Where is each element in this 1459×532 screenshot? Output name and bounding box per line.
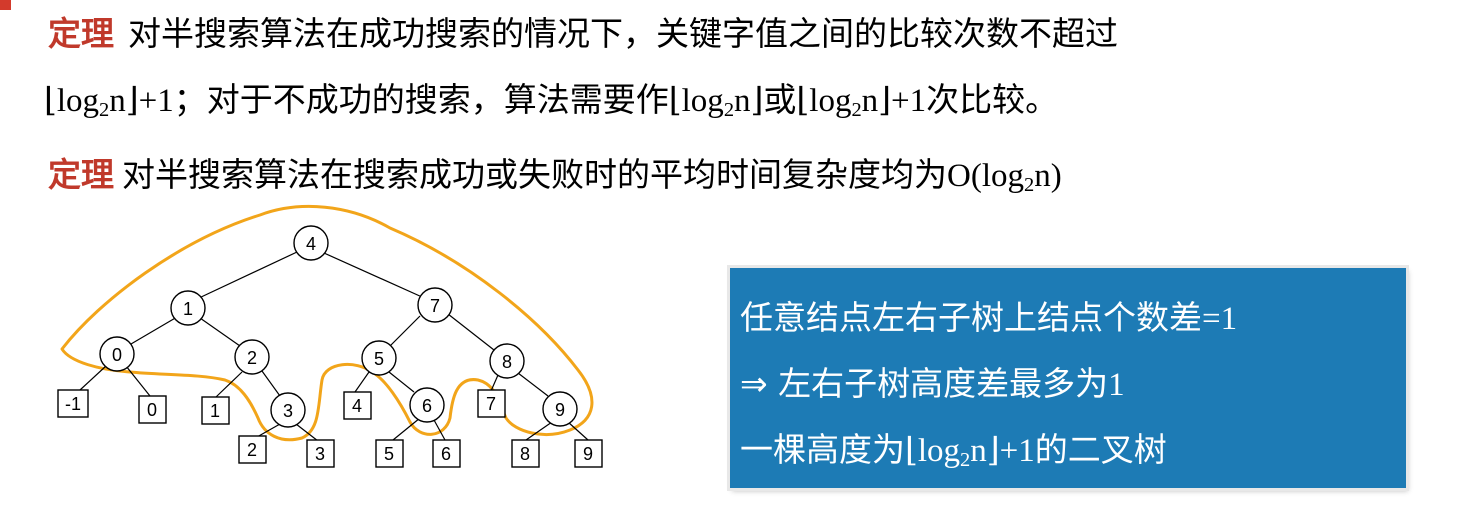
info-line1-eq: =1 <box>1202 301 1238 337</box>
big-o-close: n) <box>1034 158 1062 194</box>
tree-node: 9 <box>542 391 578 427</box>
tree-node-label: 8 <box>502 352 512 372</box>
edge-7-5 <box>389 315 421 347</box>
log-var: n <box>861 83 879 119</box>
binary-search-tree-diagram: 4 1 7 0 2 5 8 3 6 9 -1 0 1 2 3 4 5 6 7 8… <box>57 205 603 468</box>
edge-4-7 <box>323 252 423 298</box>
tree-node: 3 <box>270 392 306 428</box>
tree-leaf: 7 <box>477 389 506 418</box>
tree-leaf: 5 <box>375 439 404 468</box>
tree-node: 5 <box>361 340 397 376</box>
tree-node-label: 5 <box>374 349 384 369</box>
edge-2-3 <box>261 370 281 397</box>
edge-0-fm1 <box>79 365 107 391</box>
theorem1-text-d: 次比较。 <box>926 80 1059 119</box>
tree-leaf: 6 <box>432 439 461 468</box>
edge-4-1 <box>198 251 298 299</box>
tree-leaf: -1 <box>57 389 89 418</box>
tree-node: 1 <box>170 290 206 326</box>
info-line3-text: 一棵高度为 <box>740 430 905 469</box>
tree-leaf-label: 4 <box>352 396 362 416</box>
tree-node-label: 3 <box>283 401 293 421</box>
edge-8-9 <box>517 372 549 397</box>
info-line3-tail: 的二叉树 <box>1034 430 1167 469</box>
tree-leaf: 1 <box>201 396 230 425</box>
big-o-base: 2 <box>1024 174 1035 197</box>
info-line-1: 任意结点左右子树上结点个数差=1 <box>740 288 1406 354</box>
log-word: log <box>809 83 852 119</box>
log-base: 2 <box>723 99 735 122</box>
big-o-open: O(log <box>947 158 1024 194</box>
theorem1-text-c: 或 <box>763 80 797 119</box>
tree-node-label: 9 <box>555 400 565 420</box>
tree-leaf-label: 0 <box>147 400 157 420</box>
tree-node-label: 2 <box>247 348 257 368</box>
info-box: 任意结点左右子树上结点个数差=1 ⇒ 左右子树高度差最多为1 一棵高度为⌊log… <box>730 268 1406 488</box>
edge-8-f7 <box>490 374 499 392</box>
info-log-var: n <box>970 433 987 469</box>
info-log-base: 2 <box>960 449 971 472</box>
big-o-expr: O(log2n) <box>947 158 1062 197</box>
tree-node: 0 <box>99 336 135 372</box>
tree-node-label: 7 <box>430 296 440 316</box>
tree-leaf-label: 5 <box>384 444 394 464</box>
info-line2-num: 1 <box>1108 367 1125 403</box>
info-line2-text: 左右子树高度差最多为 <box>778 364 1109 403</box>
floor-expr-3: ⌊log2n⌋ <box>796 83 892 122</box>
edge-2-f1 <box>215 371 243 398</box>
tree-node: 6 <box>409 387 445 423</box>
tree-node-label: 0 <box>112 345 122 365</box>
tree-leaf-label: 8 <box>520 444 530 464</box>
tree-node: 2 <box>234 339 270 375</box>
tree-node-label: 6 <box>422 396 432 416</box>
tree-leaf-label: -1 <box>65 394 81 414</box>
tree-node-label: 4 <box>306 234 316 254</box>
info-line-3: 一棵高度为⌊log2n⌋+1的二叉树 <box>740 420 1406 486</box>
tree-leaf: 0 <box>138 395 167 424</box>
tree-leaf: 4 <box>343 391 372 420</box>
edge-1-2 <box>199 317 241 347</box>
edge-5-f4 <box>354 371 370 393</box>
tree-leaf-label: 6 <box>441 444 451 464</box>
edge-5-6 <box>388 371 415 393</box>
log-base: 2 <box>851 99 862 122</box>
implies-arrow: ⇒ <box>740 364 779 403</box>
tree-leaf-label: 9 <box>583 444 593 464</box>
info-log-word: log <box>917 433 961 469</box>
tree-node: 8 <box>489 343 525 379</box>
info-floor-expr: ⌊log2n⌋ <box>905 433 1000 472</box>
log-var: n <box>734 83 751 119</box>
info-plus-one: +1 <box>999 433 1035 469</box>
tree-leaf-label: 2 <box>247 440 257 460</box>
edge-1-0 <box>130 316 178 345</box>
tree-leaf-label: 7 <box>486 394 496 414</box>
tree-leaf: 8 <box>511 439 540 468</box>
tree-leaf: 9 <box>574 439 603 468</box>
info-line1-text: 任意结点左右子树上结点个数差 <box>740 298 1202 337</box>
tree-node: 7 <box>417 287 453 323</box>
tree-node: 4 <box>293 225 329 261</box>
tree-leaf: 2 <box>238 435 267 464</box>
tree-leaf: 3 <box>306 439 335 468</box>
plus-one: +1 <box>891 83 927 119</box>
tree-node-label: 1 <box>183 299 193 319</box>
edge-0-f0 <box>125 365 151 397</box>
tree-leaf-label: 3 <box>315 444 325 464</box>
edge-7-8 <box>447 313 495 351</box>
info-line-2: ⇒ 左右子树高度差最多为1 <box>740 354 1406 420</box>
tree-leaf-label: 1 <box>210 401 220 421</box>
